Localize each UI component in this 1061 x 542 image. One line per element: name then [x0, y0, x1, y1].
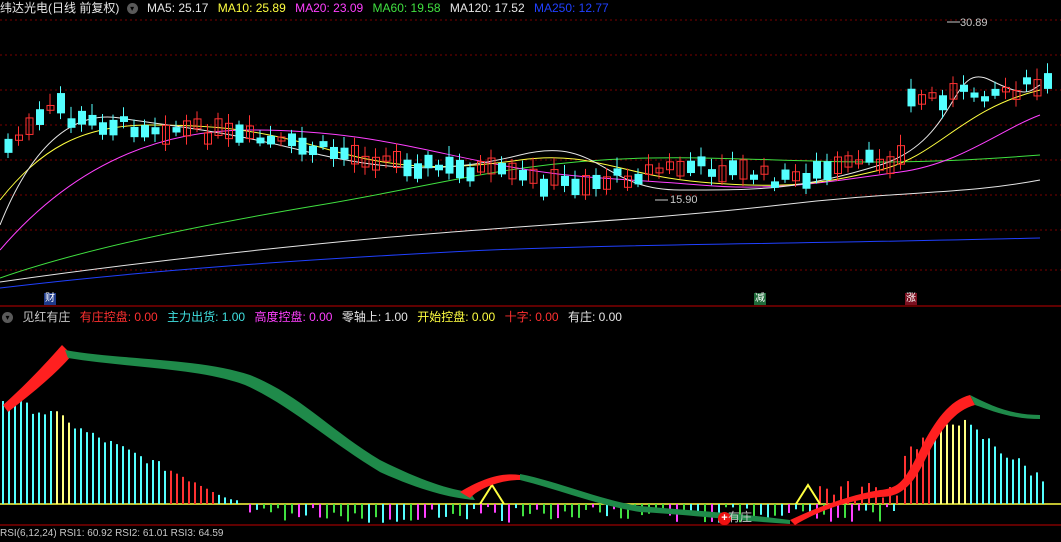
candle-body	[519, 169, 527, 181]
candle-body	[1023, 77, 1031, 85]
candle-body	[907, 88, 916, 107]
event-tag-financial[interactable]: 财	[44, 293, 56, 305]
candle-body	[120, 116, 128, 122]
indicator-legend: ▾ 见红有庄 有庄控盘: 0.00 主力出货: 1.00 高度控盘: 0.00 …	[0, 309, 628, 325]
candle-body	[498, 162, 506, 175]
candle-body	[235, 124, 244, 143]
candle-body	[256, 137, 265, 144]
candle-body	[571, 178, 580, 196]
chart-grid	[0, 19, 1061, 526]
candle-body	[151, 127, 160, 135]
event-tag-reduce[interactable]: 减	[754, 293, 766, 305]
candle-body	[456, 159, 464, 179]
candle-body	[99, 122, 107, 135]
candle-body	[991, 88, 1000, 96]
candle-body	[781, 169, 790, 180]
ind-item-2: 主力出货: 1.00	[167, 310, 246, 324]
triangle-marker	[795, 483, 821, 505]
ribbon-red	[3, 345, 72, 412]
ribbon-red	[460, 474, 520, 498]
chevron-down-icon[interactable]: ▾	[2, 312, 13, 324]
candle-body	[750, 174, 758, 180]
candle-body	[267, 135, 275, 145]
candle-body	[88, 114, 97, 126]
candle-body	[771, 181, 779, 188]
candle-body	[298, 137, 307, 155]
kline-chart[interactable]	[0, 0, 1061, 534]
bottom-indicator-legend: RSI(6,12,24) RSI1: 60.92 RSI2: 61.01 RSI…	[0, 528, 224, 539]
ind-item-7: 有庄: 0.00	[567, 310, 622, 324]
candle-body	[424, 154, 433, 169]
ribbon-green	[970, 395, 1040, 419]
marker-label: 有庄	[728, 510, 753, 524]
candle-body	[435, 164, 443, 171]
low-price-note: 15.90	[670, 194, 698, 206]
candle-body	[78, 110, 86, 125]
candle-body	[4, 138, 13, 153]
candle-body	[109, 119, 118, 136]
candle-body	[729, 160, 737, 176]
candle-body	[309, 145, 317, 156]
moving-average-lines	[0, 76, 1041, 289]
candle-body	[960, 84, 968, 92]
candle-body	[36, 109, 44, 125]
candle-body	[340, 147, 349, 160]
candle-body	[634, 173, 643, 185]
ribbon-green	[65, 350, 475, 500]
candle-body	[288, 133, 296, 147]
ind-item-5: 开始控盘: 0.00	[417, 310, 496, 324]
candle-body	[802, 172, 811, 189]
candle-body	[981, 96, 989, 102]
ma250-line	[0, 237, 1041, 289]
candle-body	[687, 160, 695, 174]
event-tag-rise[interactable]: 涨	[905, 293, 917, 305]
candle-body	[414, 163, 422, 179]
candlesticks	[4, 21, 1052, 201]
candle-body	[141, 125, 149, 138]
candle-body	[57, 93, 65, 114]
candle-body	[939, 95, 947, 111]
indicator-name: 见红有庄	[22, 310, 71, 324]
high-price-note: 30.89	[960, 17, 988, 29]
candle-body	[330, 146, 338, 159]
ma10-line	[0, 89, 1041, 201]
candle-body	[466, 167, 475, 182]
ma5-line	[0, 76, 1041, 226]
candle-body	[813, 161, 821, 179]
candle-body	[823, 161, 832, 181]
candle-body	[172, 127, 181, 133]
candle-body	[67, 118, 76, 128]
candle-body	[540, 178, 548, 197]
candle-body	[697, 156, 706, 167]
ind-item-6: 十字: 0.00	[504, 310, 559, 324]
candle-body	[445, 156, 454, 174]
candle-body	[403, 159, 412, 177]
candle-body	[865, 149, 874, 163]
candle-body	[1044, 73, 1052, 89]
candle-body	[319, 141, 328, 148]
candle-body	[613, 168, 622, 176]
ind-item-4: 零轴上: 1.00	[341, 310, 408, 324]
candle-body	[970, 92, 979, 98]
ind-item-3: 高度控盘: 0.00	[254, 310, 333, 324]
candle-body	[592, 174, 601, 190]
candle-body	[561, 175, 569, 186]
candle-body	[708, 169, 716, 177]
ind-item-1: 有庄控盘: 0.00	[79, 310, 158, 324]
candle-body	[130, 126, 139, 138]
